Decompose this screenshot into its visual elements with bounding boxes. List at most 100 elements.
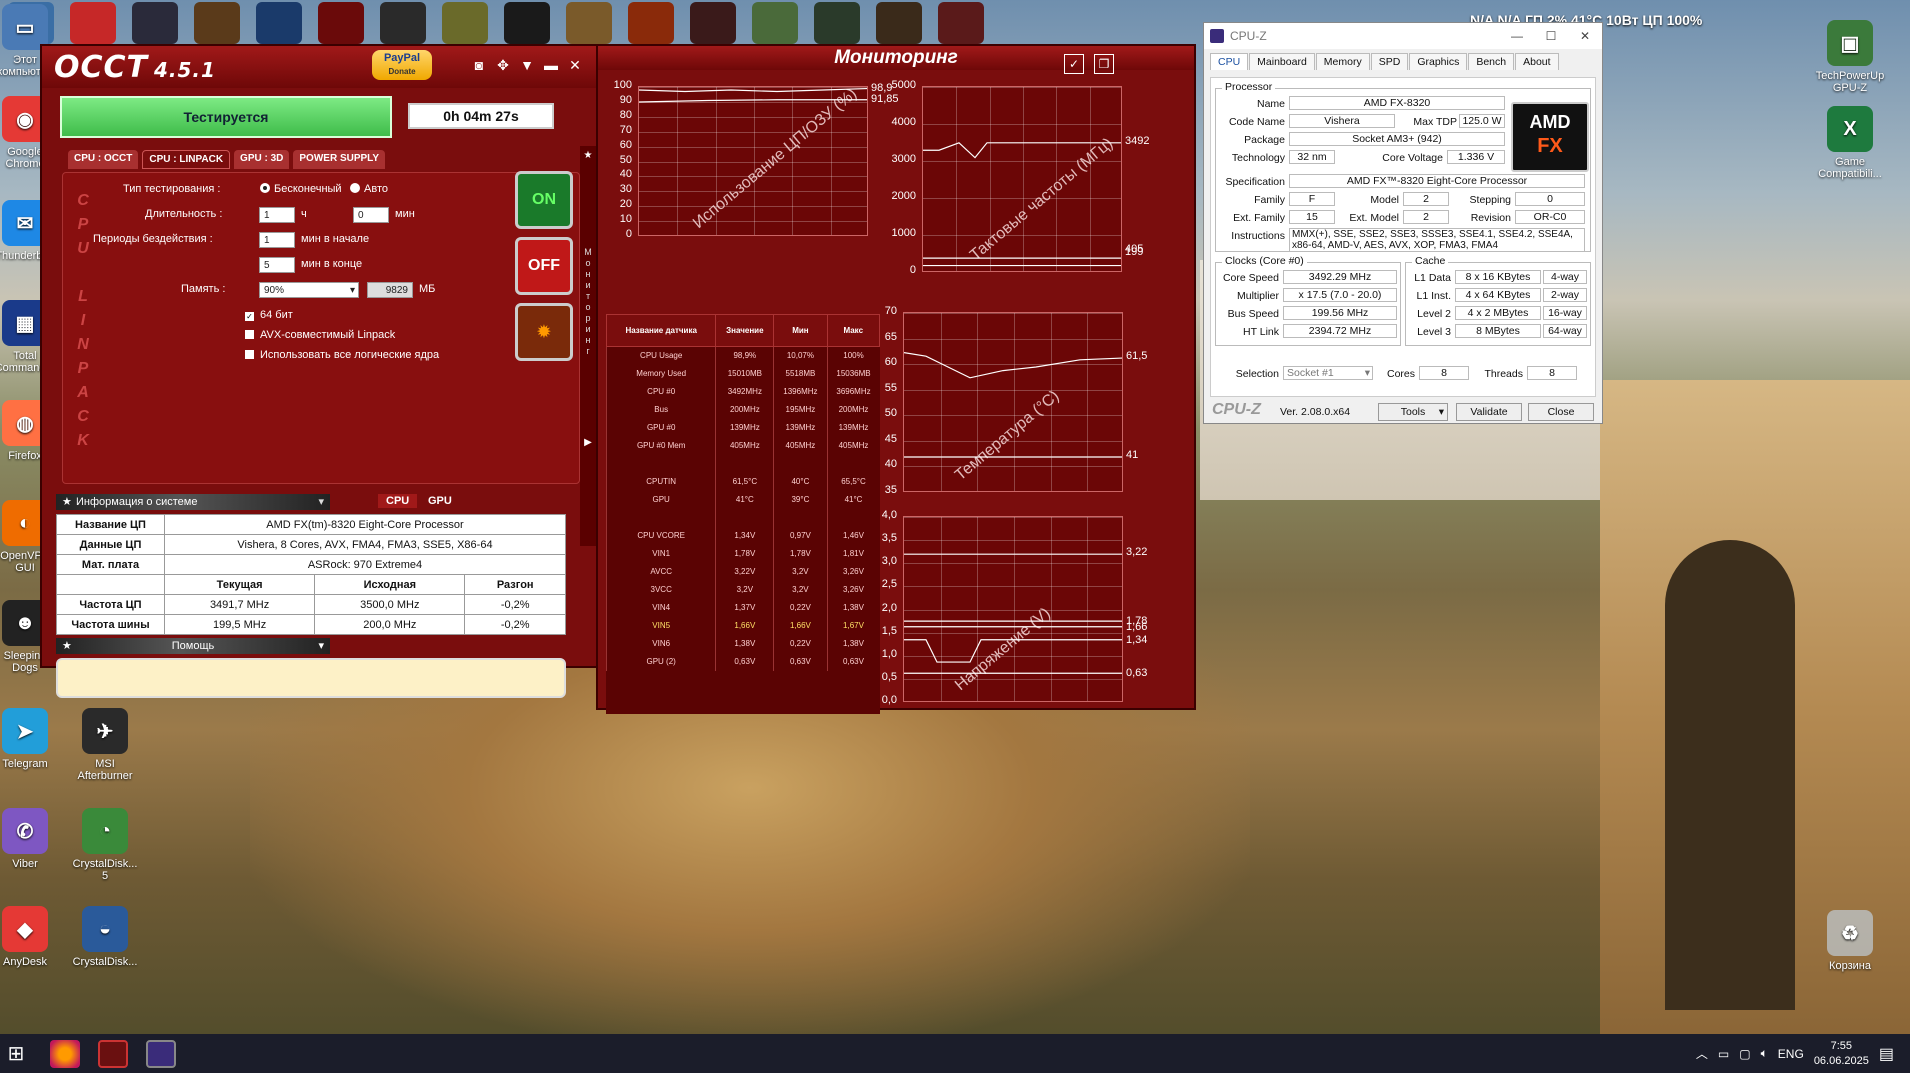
table-row: Название ЦП AMD FX(tm)-8320 Eight-Core Pr… — [56, 514, 566, 535]
occt-window: OCCT 4.5.1 PayPal Donate ◙ ✥ ▼ ▬ ✕ Тестиру… — [40, 44, 598, 698]
desktop-icon[interactable]: ◆ AnyDesk — [0, 906, 60, 968]
sensor-cell-min: 10,07% — [773, 346, 828, 365]
validate-button[interactable]: Validate — [1456, 403, 1522, 421]
on-button[interactable]: ON — [515, 171, 573, 229]
group-title: Processor — [1222, 81, 1276, 93]
tab-mainboard[interactable]: Mainboard — [1249, 53, 1315, 70]
notifications-icon[interactable]: ▤ — [1879, 1044, 1894, 1064]
close-icon[interactable]: ✕ — [1568, 23, 1602, 49]
desktop-icon-label: Telegram — [2, 758, 48, 770]
amd-fx-logo: AMD FX — [1511, 102, 1589, 172]
testing-status-button[interactable]: Тестируется — [60, 96, 392, 138]
system-info-header[interactable]: ★ Информация о системе ▾ — [56, 494, 330, 510]
taskbar-app-icon[interactable] — [442, 2, 488, 44]
taskbar-app-icon[interactable] — [752, 2, 798, 44]
taskbar-app-icon[interactable] — [70, 2, 116, 44]
option-64bit[interactable]: ✓ 64 бит — [245, 309, 293, 321]
idle-start-input[interactable]: 1 — [259, 232, 295, 248]
idle-end-input[interactable]: 5 — [259, 257, 295, 273]
sysinfo-cpu-tab[interactable]: CPU — [378, 494, 418, 508]
taskbar-app-icon[interactable] — [566, 2, 612, 44]
help-header[interactable]: ★ Помощь ▾ — [56, 638, 330, 654]
taskbar-app-icon[interactable] — [380, 2, 426, 44]
windows-start-icon[interactable]: ⊞ — [2, 1040, 30, 1068]
minimize-icon[interactable]: — — [1500, 23, 1534, 49]
desktop-icon[interactable]: ✆ Viber — [0, 808, 60, 870]
camera-icon[interactable]: ◙ — [470, 56, 488, 74]
tab-bench[interactable]: Bench — [1468, 53, 1515, 70]
desktop-icon[interactable]: ◔ CrystalDisk... 5 — [70, 808, 140, 882]
socket-select[interactable]: Socket #1 ▾ — [1283, 366, 1373, 380]
taskbar-app-icon[interactable] — [938, 2, 984, 44]
taskbar-app-icon[interactable] — [132, 2, 178, 44]
tab-power-supply[interactable]: POWER SUPPLY — [293, 150, 386, 169]
sensor-cell-max: 15036MB — [826, 364, 880, 383]
settings-gear-icon[interactable]: ✹ — [515, 303, 573, 361]
radio-auto[interactable]: Авто — [350, 183, 388, 195]
maximize-icon[interactable]: ☐ — [1534, 23, 1568, 49]
monitor-icon[interactable]: ▢ — [1739, 1047, 1750, 1061]
sensor-cell-val: 3,2V — [715, 580, 774, 599]
taskbar-app-icon[interactable] — [504, 2, 550, 44]
desktop-icon-recycle-bin[interactable]: ♻ Корзина — [1815, 910, 1885, 972]
radio-infinite[interactable]: Бесконечный — [260, 183, 342, 195]
tab-cpu[interactable]: CPU — [1210, 53, 1249, 70]
duration-minutes-input[interactable]: 0 — [353, 207, 389, 223]
firefox-taskbar-icon[interactable] — [50, 1040, 80, 1068]
language-indicator[interactable]: ENG — [1778, 1047, 1804, 1061]
cpuz-brand: CPU-Z — [1212, 401, 1261, 418]
network-icon[interactable]: ▭ — [1718, 1047, 1729, 1061]
taskbar-app-icon[interactable] — [690, 2, 736, 44]
close-button[interactable]: Close — [1528, 403, 1594, 421]
sensor-cell-name: VIN1 — [605, 544, 716, 563]
sensor-cell-min: 139MHz — [773, 418, 828, 437]
desktop-icon[interactable]: ◒ CrystalDisk... — [70, 906, 140, 968]
taskbar-app-icon[interactable] — [628, 2, 674, 44]
option-avx-linpack[interactable]: AVX-совместимый Linpack — [245, 329, 395, 341]
duration-hours-input[interactable]: 1 — [259, 207, 295, 223]
occt-taskbar-icon[interactable] — [98, 1040, 128, 1068]
minimize-icon[interactable]: ▬ — [542, 56, 560, 74]
graph-settings-icon[interactable]: ✓ — [1064, 54, 1084, 74]
move-icon[interactable]: ✥ — [494, 56, 512, 74]
memory-mb-input[interactable]: 9829 — [367, 282, 413, 298]
desktop-icon[interactable]: ➤ Telegram — [0, 708, 60, 770]
close-icon[interactable]: ✕ — [566, 56, 584, 74]
taskbar-app-icon[interactable] — [194, 2, 240, 44]
taskbar-app-icon[interactable] — [814, 2, 860, 44]
window-copy-icon[interactable]: ❐ — [1094, 54, 1114, 74]
cell-key: Мат. плата — [56, 554, 165, 575]
memory-select[interactable]: 90% ▾ — [259, 282, 359, 298]
tab-cpu-linpack[interactable]: CPU : LINPACK — [142, 150, 231, 169]
tab-cpu-occt[interactable]: CPU : OCCT — [68, 150, 139, 169]
tab-graphics[interactable]: Graphics — [1409, 53, 1468, 70]
taskbar-app-icon[interactable] — [318, 2, 364, 44]
monitoring-side-toggle[interactable]: ★ Мониторинг ▶ — [580, 146, 596, 546]
sysinfo-gpu-tab[interactable]: GPU — [420, 494, 460, 508]
desktop-icon-game-compat[interactable]: X Game Compatibili... — [1815, 106, 1885, 180]
desktop-icon-gpuz[interactable]: ▣ TechPowerUp GPU-Z — [1815, 20, 1885, 94]
clock[interactable]: 7:55 06.06.2025 — [1814, 1039, 1869, 1069]
tools-button[interactable]: Tools ▾ — [1378, 403, 1448, 421]
off-button[interactable]: OFF — [515, 237, 573, 295]
tab-spd[interactable]: SPD — [1370, 53, 1409, 70]
tab-memory[interactable]: Memory — [1315, 53, 1370, 70]
axis-tick-label: 30 — [619, 183, 632, 196]
dropdown-icon[interactable]: ▼ — [518, 56, 536, 74]
paypal-donate-button[interactable]: PayPal Donate — [372, 50, 432, 80]
vertical-letter: н — [585, 335, 591, 345]
cpuz-taskbar-icon[interactable] — [146, 1040, 176, 1068]
occt-logo: OCCT 4.5.1 — [54, 50, 216, 85]
sensor-cell-name: VIN6 — [605, 634, 716, 653]
volume-icon[interactable]: 🔈︎ — [1761, 1046, 1768, 1061]
tab-gpu-3d[interactable]: GPU : 3D — [234, 150, 290, 169]
chevron-up-icon[interactable]: ︿ — [1696, 1045, 1708, 1062]
tab-about[interactable]: About — [1515, 53, 1559, 70]
option-all-logical-cores[interactable]: Использовать все логические ядра — [245, 349, 439, 361]
core-speed-value: 3492.29 MHz — [1283, 270, 1397, 284]
idle-start-unit: мин в начале — [301, 233, 370, 245]
taskbar-app-icon[interactable] — [256, 2, 302, 44]
desktop-icon[interactable]: ✈ MSI Afterburner — [70, 708, 140, 782]
volt_graph-plot: Напряжение (V) — [903, 516, 1123, 702]
taskbar-app-icon[interactable] — [876, 2, 922, 44]
